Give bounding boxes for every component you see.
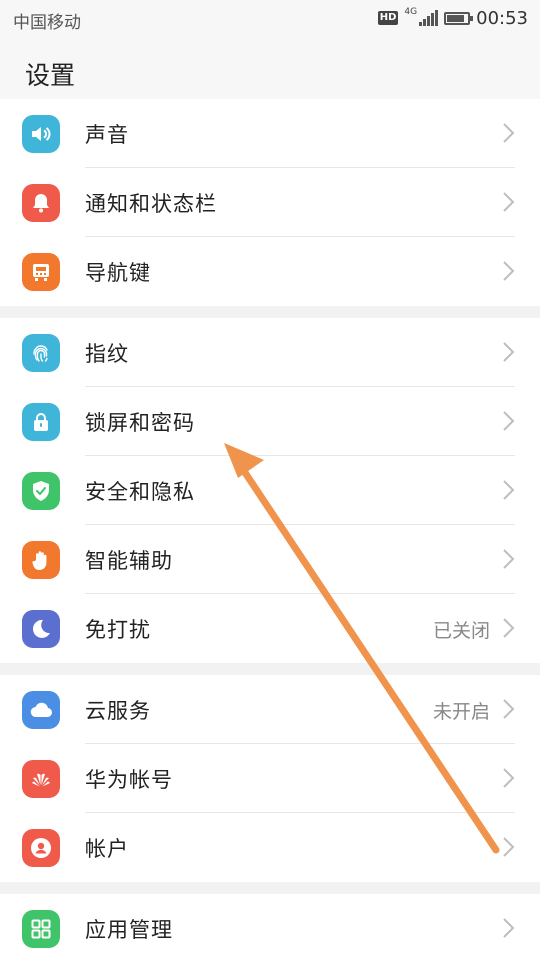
moon-icon [22,610,60,648]
hd-voice-badge: HD [377,11,399,25]
settings-item-label: 指纹 [85,342,129,366]
settings-item[interactable]: 安全和隐私 [0,456,540,525]
settings-screen: 中国移动 HD 4G 00:53 设置 声音通知和状态栏 导航键指纹锁屏和密码安全… [0,0,540,960]
chevron-right-icon [500,259,516,283]
navigation-key-icon [22,253,60,291]
settings-item[interactable]: 指纹 [0,318,540,387]
settings-item-label: 华为帐号 [85,768,173,792]
settings-item[interactable]: 帐户 [0,813,540,882]
battery-level-fill [447,14,465,22]
settings-item[interactable]: 免打扰 已关闭 [0,594,540,663]
fingerprint-icon [22,334,60,372]
chevron-right-icon [500,835,516,859]
chevron-right-icon [500,766,516,790]
shield-icon [22,472,60,510]
settings-item[interactable]: 应用管理 [0,894,540,960]
settings-item-label: 导航键 [85,261,151,285]
status-bar: 中国移动 HD 4G 00:53 [0,0,540,36]
settings-item-label: 应用管理 [85,918,173,942]
settings-item[interactable]: 云服务 未开启 [0,675,540,744]
apps-grid-icon [22,910,60,948]
signal-strength-icon [419,10,439,26]
chevron-right-icon [500,547,516,571]
settings-item-label: 安全和隐私 [85,480,195,504]
chevron-right-icon [500,409,516,433]
settings-item-label: 帐户 [85,837,129,861]
huawei-logo-icon [22,760,60,798]
carrier-name: 中国移动 [13,13,81,33]
settings-group-4: 应用管理 [0,894,540,960]
settings-item[interactable]: 通知和状态栏 [0,168,540,237]
lock-icon [22,403,60,441]
settings-item-status: 已关闭 [432,620,490,642]
page-header: 设置 [0,36,540,105]
settings-item-label: 云服务 [85,699,151,723]
settings-group-1: 声音通知和状态栏 导航键 [0,99,540,306]
chevron-right-icon [500,697,516,721]
status-time: 00:53 [476,7,528,29]
settings-item-label: 通知和状态栏 [85,192,217,216]
chevron-right-icon [500,916,516,940]
settings-item[interactable]: 导航键 [0,237,540,306]
status-indicators: HD 4G 00:53 [377,6,528,30]
page-title: 设置 [25,61,76,90]
settings-item[interactable]: 华为帐号 [0,744,540,813]
network-type: 4G [404,7,418,17]
chevron-right-icon [500,616,516,640]
hand-icon [22,541,60,579]
cloud-icon [22,691,60,729]
chevron-right-icon [500,121,516,145]
settings-item-label: 智能辅助 [85,549,173,573]
settings-item-status: 未开启 [432,701,490,723]
chevron-right-icon [500,190,516,214]
settings-item-label: 锁屏和密码 [85,411,195,435]
settings-item-label: 声音 [85,123,129,147]
settings-item[interactable]: 声音 [0,99,540,168]
chevron-right-icon [500,478,516,502]
settings-item[interactable]: 智能辅助 [0,525,540,594]
settings-group-3: 云服务 未开启华为帐号帐户 [0,675,540,882]
chevron-right-icon [500,340,516,364]
bell-icon [22,184,60,222]
user-icon [22,829,60,867]
settings-item[interactable]: 锁屏和密码 [0,387,540,456]
battery-icon [444,11,474,25]
settings-item-label: 免打扰 [85,618,151,642]
speaker-icon [22,115,60,153]
settings-group-2: 指纹锁屏和密码安全和隐私智能辅助免打扰 已关闭 [0,318,540,663]
